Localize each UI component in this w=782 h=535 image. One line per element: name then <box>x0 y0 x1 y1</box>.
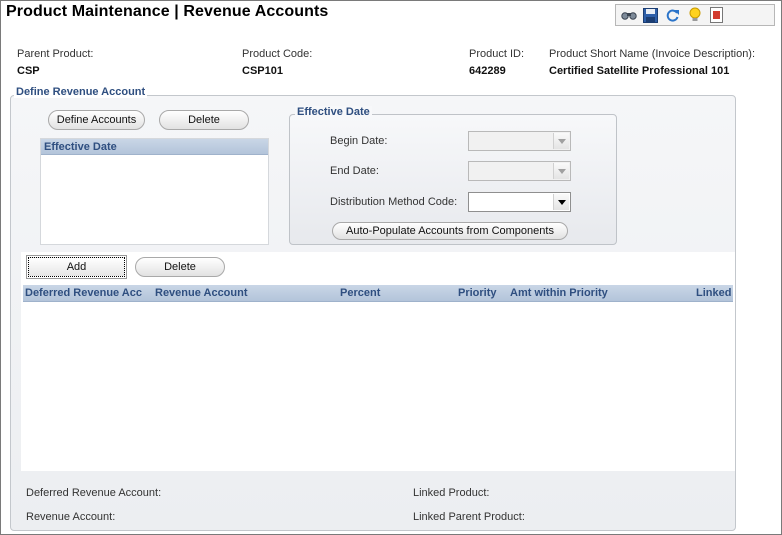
revenue-account-label: Revenue Account: <box>26 511 116 523</box>
toolbar <box>615 4 775 26</box>
product-id-label: Product ID: <box>469 48 525 60</box>
short-name-value: Certified Satellite Professional 101 <box>549 65 730 77</box>
effective-date-list[interactable]: Effective Date <box>40 138 269 245</box>
delete-account-button[interactable]: Delete <box>135 257 225 277</box>
end-date-label: End Date: <box>330 165 379 177</box>
add-account-button[interactable]: Add <box>26 255 127 279</box>
begin-date-label: Begin Date: <box>330 135 388 147</box>
linked-parent-product-label: Linked Parent Product: <box>413 511 525 523</box>
accounts-grid-body[interactable] <box>23 302 733 469</box>
distribution-method-dropdown[interactable] <box>468 192 571 212</box>
column-priority[interactable]: Priority <box>458 285 497 302</box>
column-revenue-account[interactable]: Revenue Account <box>155 285 248 302</box>
parent-product-value: CSP <box>17 65 40 77</box>
parent-product-label: Parent Product: <box>17 48 94 60</box>
product-code-value: CSP101 <box>242 65 283 77</box>
chevron-down-icon[interactable] <box>553 194 569 210</box>
auto-populate-accounts-button[interactable]: Auto-Populate Accounts from Components <box>332 222 568 240</box>
window-frame: Product Maintenance | Revenue Accounts P… <box>0 0 782 535</box>
page-title: Product Maintenance | Revenue Accounts <box>6 3 329 20</box>
define-revenue-account-legend: Define Revenue Account <box>14 86 148 98</box>
define-accounts-button[interactable]: Define Accounts <box>48 110 145 130</box>
effective-date-legend: Effective Date <box>295 106 372 118</box>
refresh-icon[interactable] <box>664 7 681 24</box>
delete-effective-date-button[interactable]: Delete <box>159 110 249 130</box>
product-id-value: 642289 <box>469 65 506 77</box>
column-percent[interactable]: Percent <box>340 285 380 302</box>
begin-date-dropdown[interactable] <box>468 131 571 151</box>
accounts-grid-header: Deferred Revenue Acc Revenue Account Per… <box>23 285 733 302</box>
lightbulb-icon[interactable] <box>686 7 703 24</box>
column-deferred-revenue-account[interactable]: Deferred Revenue Acc <box>25 285 142 302</box>
report-icon[interactable] <box>708 7 725 24</box>
binoculars-icon[interactable] <box>620 7 637 24</box>
short-name-label: Product Short Name (Invoice Description)… <box>549 48 756 60</box>
deferred-revenue-account-label: Deferred Revenue Account: <box>26 487 162 499</box>
end-date-dropdown[interactable] <box>468 161 571 181</box>
chevron-down-icon[interactable] <box>553 163 569 179</box>
effective-date-list-header[interactable]: Effective Date <box>41 139 268 155</box>
save-icon[interactable] <box>642 7 659 24</box>
column-amt-within-priority[interactable]: Amt within Priority <box>510 285 608 302</box>
product-code-label: Product Code: <box>242 48 313 60</box>
distribution-method-label: Distribution Method Code: <box>330 196 458 208</box>
chevron-down-icon[interactable] <box>553 133 569 149</box>
linked-product-label: Linked Product: <box>413 487 490 499</box>
column-linked[interactable]: Linked <box>696 285 731 302</box>
